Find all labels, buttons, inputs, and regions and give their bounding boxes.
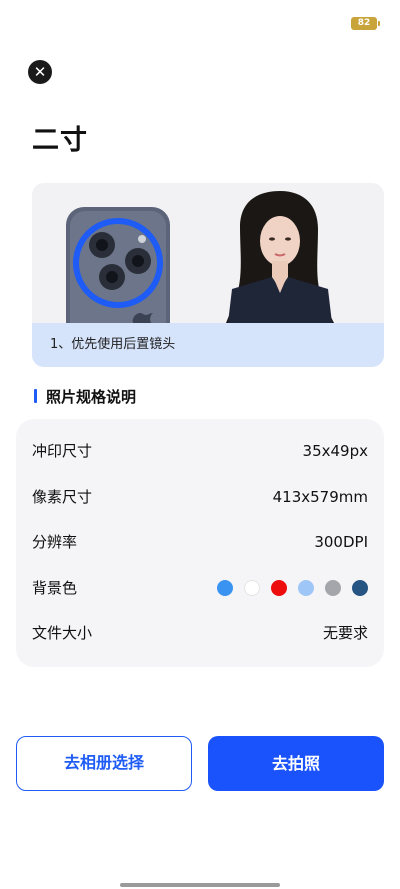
swatch-light-blue[interactable]	[298, 580, 314, 596]
spec-card: 冲印尺寸 35x49px 像素尺寸 413x579mm 分辨率 300DPI 背…	[16, 419, 384, 667]
spec-value: 413x579mm	[272, 488, 368, 506]
spec-label: 像素尺寸	[32, 488, 93, 506]
section-title: 照片规格说明	[34, 386, 136, 407]
spec-label: 分辨率	[32, 533, 78, 551]
close-button[interactable]: ✕	[28, 60, 52, 84]
spec-label: 冲印尺寸	[32, 442, 93, 460]
swatch-dark-blue[interactable]	[352, 580, 368, 596]
guide-caption: 1、优先使用后置镜头	[32, 323, 384, 367]
spec-row-resolution: 分辨率 300DPI	[32, 527, 368, 557]
swatch-blue[interactable]	[217, 580, 233, 596]
spec-value: 35x49px	[302, 442, 368, 460]
page-title: 二寸	[32, 125, 88, 156]
status-bar: 82	[0, 0, 400, 44]
spec-row-print-size: 冲印尺寸 35x49px	[32, 436, 368, 466]
color-swatches	[206, 580, 368, 596]
spec-row-pixel-size: 像素尺寸 413x579mm	[32, 482, 368, 512]
swatch-white[interactable]	[244, 580, 260, 596]
spec-label: 文件大小	[32, 624, 93, 642]
choose-from-album-button[interactable]: 去相册选择	[16, 736, 192, 791]
take-photo-button[interactable]: 去拍照	[208, 736, 384, 791]
portrait-illustration	[226, 191, 334, 323]
spec-value: 无要求	[322, 624, 368, 642]
spec-value: 300DPI	[314, 533, 368, 551]
spec-label: 背景色	[32, 579, 78, 597]
swatch-red[interactable]	[271, 580, 287, 596]
battery-indicator: 82	[351, 17, 380, 30]
spec-row-file-size: 文件大小 无要求	[32, 618, 368, 648]
swatch-gray[interactable]	[325, 580, 341, 596]
spec-row-background-color: 背景色	[32, 573, 368, 603]
close-icon: ✕	[33, 63, 47, 81]
guide-card: 1、优先使用后置镜头	[32, 183, 384, 367]
phone-rear-camera-illustration	[66, 207, 170, 329]
home-indicator[interactable]	[120, 883, 280, 887]
